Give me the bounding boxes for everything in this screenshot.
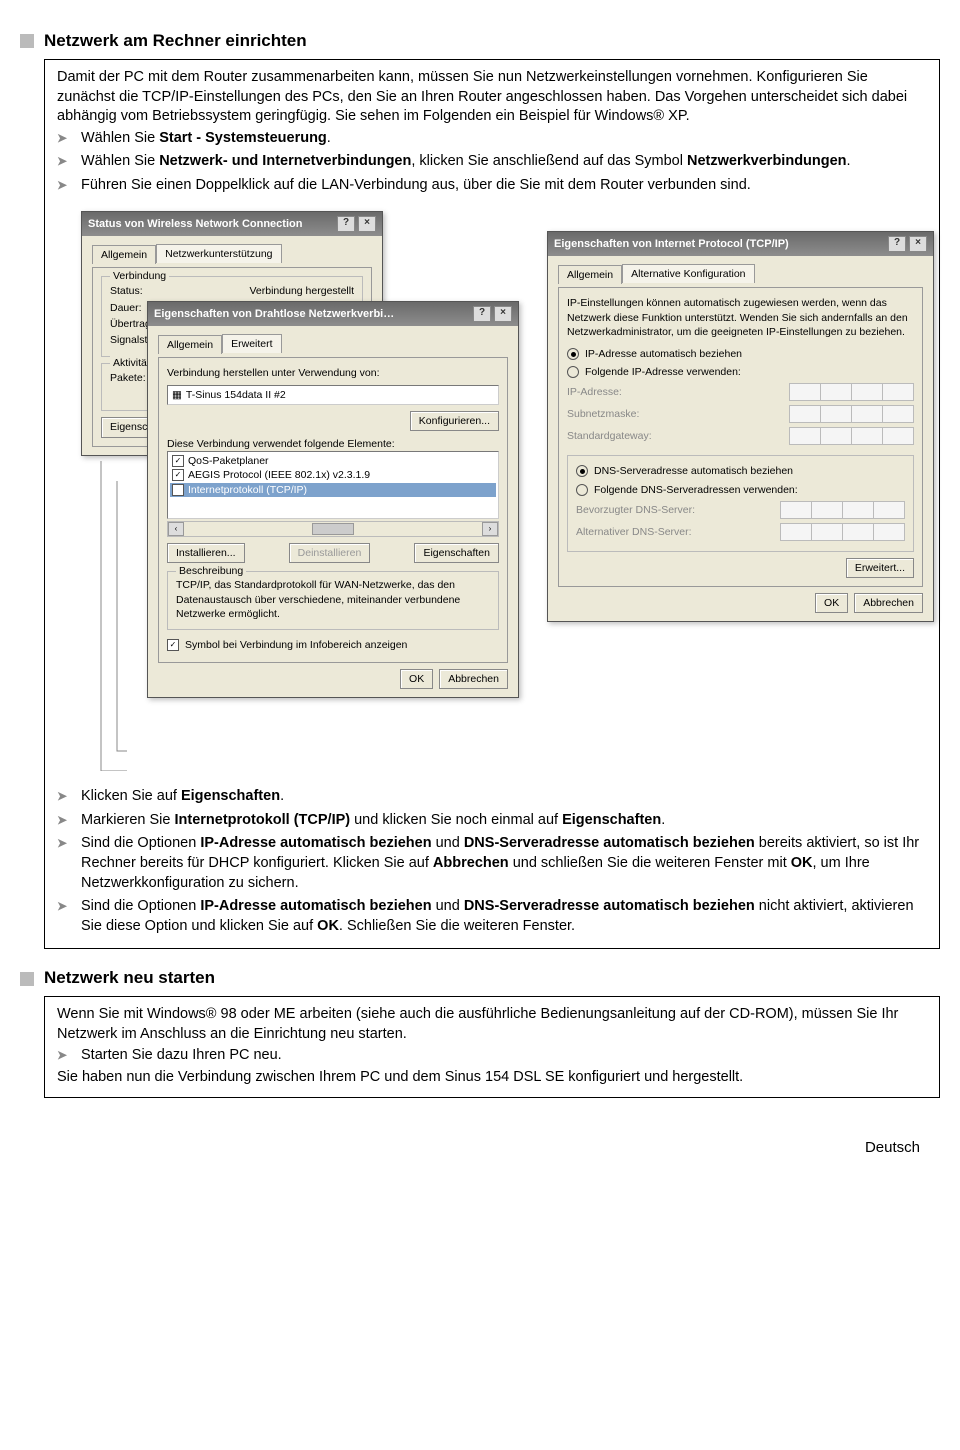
arrow-icon <box>57 176 81 196</box>
arrow-icon <box>57 811 81 831</box>
intro-text: IP-Einstellungen können automatisch zuge… <box>567 296 914 339</box>
instruction-text: Sind die Optionen IP-Adresse automatisch… <box>81 834 927 893</box>
arrow-icon <box>57 1046 81 1066</box>
arrow-icon <box>57 787 81 807</box>
checkbox-label: Symbol bei Verbindung im Infobereich anz… <box>185 638 407 652</box>
checkbox-icon[interactable]: ✓ <box>172 455 184 467</box>
section-title: Netzwerk am Rechner einrichten <box>44 30 307 53</box>
instruction-text: Führen Sie einen Doppelklick auf die LAN… <box>81 176 927 196</box>
tcpip-properties-dialog: Eigenschaften von Internet Protocol (TCP… <box>547 231 934 622</box>
list-item[interactable]: AEGIS Protocol (IEEE 802.1x) v2.3.1.9 <box>188 468 370 482</box>
field-label: Standardgateway: <box>567 429 652 443</box>
radio-icon[interactable] <box>576 484 588 496</box>
radio-icon[interactable] <box>567 348 579 360</box>
checkbox-icon[interactable]: ✓ <box>172 469 184 481</box>
properties-button[interactable]: Eigenschaften <box>414 543 499 563</box>
help-icon[interactable]: ? <box>888 236 906 252</box>
section-box: Wenn Sie mit Windows® 98 oder ME arbeite… <box>44 996 940 1098</box>
ok-button[interactable]: OK <box>400 669 433 689</box>
close-icon[interactable]: × <box>494 306 512 322</box>
language-label: Deutsch <box>20 1098 940 1158</box>
section-box: Damit der PC mit dem Router zusammenarbe… <box>44 59 940 949</box>
screenshot-area: Status von Wireless Network Connection ?… <box>57 211 927 771</box>
description-text: TCP/IP, das Standardprotokoll für WAN-Ne… <box>176 578 490 621</box>
scrollbar[interactable]: ‹ › <box>167 521 499 537</box>
uninstall-button: Deinstallieren <box>289 543 371 563</box>
scroll-right-icon[interactable]: › <box>482 522 498 536</box>
group-label: Beschreibung <box>176 564 246 578</box>
radio-label: DNS-Serveradresse automatisch beziehen <box>594 464 793 478</box>
value: Verbindung hergestellt <box>250 284 355 298</box>
configure-button[interactable]: Konfigurieren... <box>410 411 499 431</box>
section-title: Netzwerk neu starten <box>44 967 215 990</box>
instruction-text: Markieren Sie Internetprotokoll (TCP/IP)… <box>81 811 927 831</box>
instruction-text: Klicken Sie auf Eigenschaften. <box>81 787 927 807</box>
label: Pakete: <box>110 371 146 385</box>
close-icon[interactable]: × <box>358 216 376 232</box>
arrow-icon <box>57 152 81 172</box>
field-label: Subnetzmaske: <box>567 407 639 421</box>
radio-label: Folgende DNS-Serveradressen verwenden: <box>594 483 798 497</box>
tab-netsupport[interactable]: Netzwerkunterstützung <box>156 244 281 263</box>
tab-general[interactable]: Allgemein <box>92 245 156 264</box>
checkbox-icon[interactable]: ✓ <box>172 484 184 496</box>
section-bullet-icon <box>20 34 34 48</box>
tab-general[interactable]: Allgemein <box>558 265 622 284</box>
radio-icon[interactable] <box>567 366 579 378</box>
ok-button[interactable]: OK <box>815 593 848 613</box>
arrow-icon <box>57 129 81 149</box>
dialog-title: Eigenschaften von Drahtlose Netzwerkverb… <box>154 307 394 322</box>
radio-icon[interactable] <box>576 465 588 477</box>
dialog-title: Eigenschaften von Internet Protocol (TCP… <box>554 237 789 252</box>
arrow-icon <box>57 834 81 893</box>
arrow-icon <box>57 897 81 936</box>
connection-properties-dialog: Eigenschaften von Drahtlose Netzwerkverb… <box>147 301 519 698</box>
tab-altconfig[interactable]: Alternative Konfiguration <box>622 264 754 283</box>
label: Diese Verbindung verwendet folgende Elem… <box>167 437 499 451</box>
instruction-text: Starten Sie dazu Ihren PC neu. <box>81 1046 927 1066</box>
ip-input <box>789 383 914 401</box>
close-icon[interactable]: × <box>909 236 927 252</box>
paragraph: Sie haben nun die Verbindung zwischen Ih… <box>57 1068 927 1088</box>
scroll-left-icon[interactable]: ‹ <box>168 522 184 536</box>
instruction-text: Sind die Optionen IP-Adresse automatisch… <box>81 897 927 936</box>
label: Verbindung herstellen unter Verwendung v… <box>167 366 499 380</box>
ip-input <box>780 501 905 519</box>
cancel-button[interactable]: Abbrechen <box>439 669 508 689</box>
field-label: Bevorzugter DNS-Server: <box>576 503 695 517</box>
radio-label: IP-Adresse automatisch beziehen <box>585 347 742 361</box>
ip-input <box>789 427 914 445</box>
ip-input <box>780 523 905 541</box>
help-icon[interactable]: ? <box>337 216 355 232</box>
intro-paragraph: Damit der PC mit dem Router zusammenarbe… <box>57 68 927 127</box>
adapter-name: T-Sinus 154data II #2 <box>186 388 286 402</box>
cancel-button[interactable]: Abbrechen <box>854 593 923 613</box>
section-bullet-icon <box>20 972 34 986</box>
advanced-button[interactable]: Erweitert... <box>846 558 914 578</box>
list-item[interactable]: Internetprotokoll (TCP/IP) <box>188 483 307 497</box>
tab-general[interactable]: Allgemein <box>158 335 222 354</box>
instruction-text: Wählen Sie Start - Systemsteuerung. <box>81 129 927 149</box>
dialog-title: Status von Wireless Network Connection <box>88 217 302 232</box>
adapter-icon: ▦ <box>172 388 182 402</box>
install-button[interactable]: Installieren... <box>167 543 245 563</box>
instruction-text: Wählen Sie Netzwerk- und Internetverbind… <box>81 152 927 172</box>
ip-input <box>789 405 914 423</box>
group-label: Verbindung <box>110 269 169 283</box>
label: Status: <box>110 284 143 298</box>
help-icon[interactable]: ? <box>473 306 491 322</box>
radio-label: Folgende IP-Adresse verwenden: <box>585 365 741 379</box>
tab-advanced[interactable]: Erweitert <box>222 334 281 353</box>
list-item[interactable]: QoS-Paketplaner <box>188 454 269 468</box>
field-label: IP-Adresse: <box>567 385 622 399</box>
label: Dauer: <box>110 301 142 315</box>
checkbox-icon[interactable]: ✓ <box>167 639 179 651</box>
paragraph: Wenn Sie mit Windows® 98 oder ME arbeite… <box>57 1005 927 1044</box>
field-label: Alternativer DNS-Server: <box>576 525 692 539</box>
components-listbox[interactable]: ✓ QoS-Paketplaner ✓ AEGIS Protocol (IEEE 8… <box>167 451 499 519</box>
